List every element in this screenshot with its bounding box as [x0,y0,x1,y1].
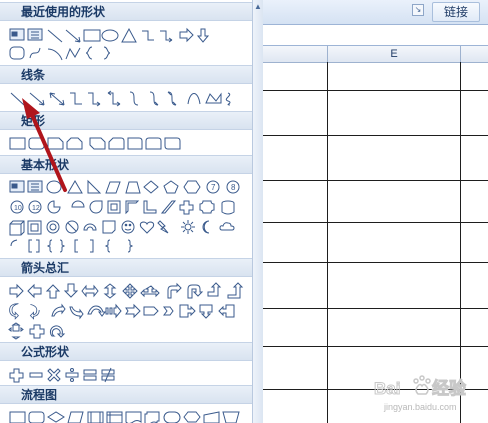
shape-row-recent-2 [8,44,248,63]
cell-border [460,62,461,423]
section-header-rectangles: 矩形 [0,111,252,130]
shape-row-basic-3 [8,218,248,237]
shape-icons[interactable]: 7 8 [8,178,248,197]
cell-border [262,135,488,136]
shape-icons[interactable] [8,26,248,45]
shape-icons[interactable] [8,134,248,153]
cell-border [327,62,328,423]
shape-row-basic-4 [8,237,248,256]
shape-icons[interactable] [8,89,248,108]
column-header[interactable] [461,46,488,62]
shape-row-arrows-2 [8,302,248,321]
spreadsheet-grid[interactable]: E [262,46,488,423]
section-header-basic-shapes: 基本形状 [0,155,252,174]
column-header-e[interactable]: E [328,46,461,62]
shape-row-rectangles [8,134,248,153]
shape-icons[interactable] [8,322,248,341]
cell-border [262,90,488,91]
svg-text:经验: 经验 [432,378,467,398]
dialog-launcher-icon[interactable]: ↘ [412,4,424,16]
shape-icons[interactable] [8,408,248,423]
shapes-gallery: 最近使用的形状 线条 矩形 基本形状 7 8 10 12 箭头总汇 公式形状 流… [0,0,253,423]
formula-bar[interactable] [262,25,488,46]
section-header-equation-shapes: 公式形状 [0,342,252,361]
gallery-scrollbar[interactable]: ▲ [252,0,263,423]
link-button[interactable]: 链接 [432,2,480,22]
shape-icons[interactable] [8,366,248,385]
watermark-url: jingyan.baidu.com [384,402,457,412]
cell-border [262,308,488,309]
shape-row-basic-2: 10 12 [8,198,248,217]
shape-row-arrows-1 [8,282,248,301]
shape-icons[interactable] [8,282,248,301]
section-header-flowchart: 流程图 [0,385,252,404]
cell-border [262,180,488,181]
section-header-recent: 最近使用的形状 [0,2,252,21]
svg-text:Bai: Bai [374,379,400,398]
cell-border [262,262,488,263]
shape-icons[interactable]: 10 12 [8,198,248,217]
section-header-lines: 线条 [0,65,252,84]
shape-row-flowchart [8,408,248,423]
shape-icons[interactable] [8,302,248,321]
shape-icons[interactable] [8,44,248,63]
cell-border [262,346,488,347]
shape-row-equation [8,366,248,385]
shape-icons[interactable] [8,218,248,237]
svg-text:12: 12 [32,205,40,212]
shape-row-recent [8,26,248,45]
cell-border [262,222,488,223]
shape-row-lines [8,89,248,108]
scroll-up-arrow-icon[interactable]: ▲ [253,2,263,12]
shape-row-basic-1: 7 8 [8,178,248,197]
column-header[interactable] [262,46,328,62]
svg-text:10: 10 [14,205,22,212]
section-header-block-arrows: 箭头总汇 [0,258,252,277]
shape-icons[interactable] [8,237,248,256]
baidu-logo: Bai 经验 [374,375,467,399]
svg-text:8: 8 [231,183,236,192]
baidu-watermark: Bai 经验 jingyan.baidu.com [372,374,484,414]
shape-row-arrows-3 [8,322,248,341]
column-header-row: E [262,46,488,63]
svg-text:7: 7 [211,183,216,192]
